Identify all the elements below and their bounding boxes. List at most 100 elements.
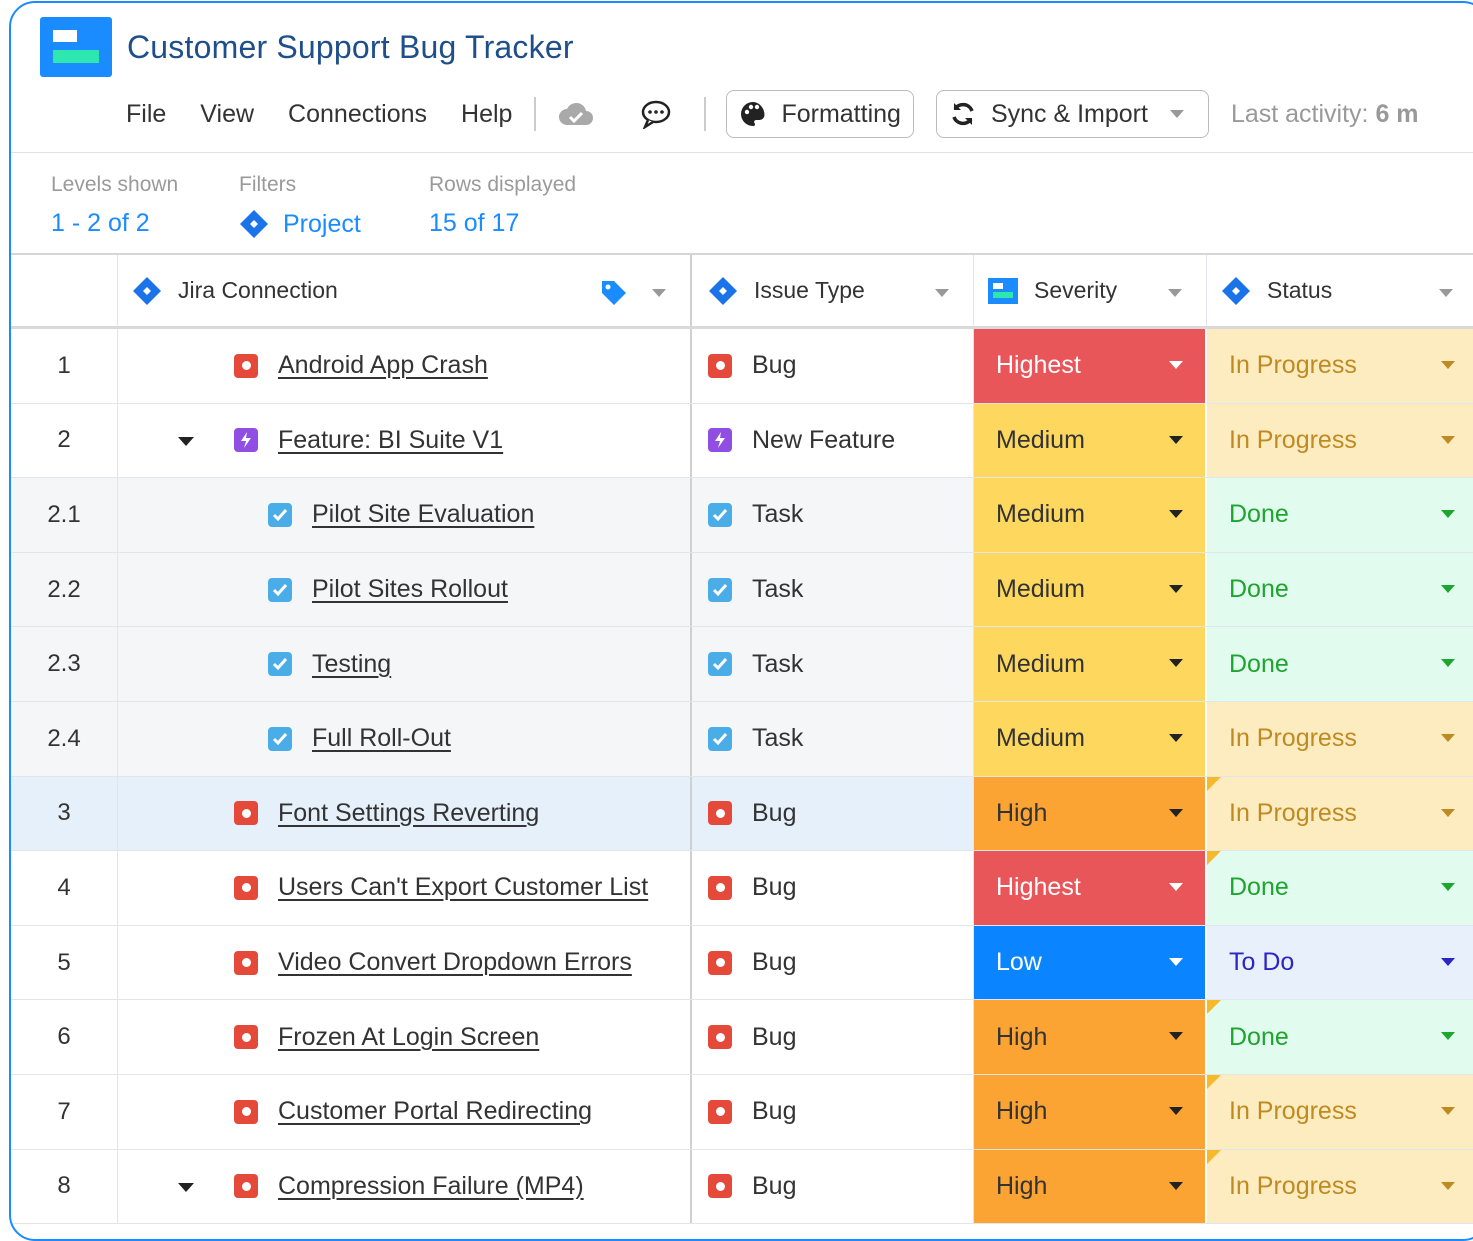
severity-dropdown[interactable]: Medium: [974, 478, 1207, 552]
jira-icon: [1221, 276, 1251, 306]
table-row[interactable]: 6 Frozen At Login Screen Bug High Done: [11, 1000, 1473, 1075]
issue-link[interactable]: Full Roll-Out: [312, 724, 451, 753]
menu-help[interactable]: Help: [461, 100, 512, 129]
sync-import-button[interactable]: Sync & Import: [935, 90, 1209, 138]
chevron-down-icon[interactable]: [935, 289, 949, 297]
severity-dropdown[interactable]: High: [974, 1074, 1207, 1149]
tag-icon[interactable]: [600, 279, 628, 307]
table-row[interactable]: 5 Video Convert Dropdown Errors Bug Low …: [11, 925, 1473, 1001]
menu-view[interactable]: View: [200, 100, 254, 129]
issue-type-cell[interactable]: Task: [692, 478, 974, 552]
column-header-severity[interactable]: Severity: [974, 255, 1207, 326]
table-row[interactable]: 7 Customer Portal Redirecting Bug High I…: [11, 1074, 1473, 1150]
column-header-status[interactable]: Status: [1207, 255, 1473, 326]
status-dropdown[interactable]: In Progress: [1207, 403, 1473, 478]
status-dropdown[interactable]: Done: [1207, 1000, 1473, 1074]
summary-cell[interactable]: Video Convert Dropdown Errors: [118, 925, 692, 1000]
issue-link[interactable]: Feature: BI Suite V1: [278, 426, 503, 455]
status-dropdown[interactable]: Done: [1207, 851, 1473, 925]
summary-cell[interactable]: Testing: [118, 627, 692, 701]
column-header-issue-type[interactable]: Issue Type: [692, 255, 974, 326]
issue-link[interactable]: Video Convert Dropdown Errors: [278, 948, 632, 977]
levels-shown[interactable]: Levels shown 1 - 2 of 2: [51, 173, 178, 238]
issue-type-cell[interactable]: Bug: [692, 851, 974, 925]
summary-cell[interactable]: Full Roll-Out: [118, 701, 692, 776]
issue-link[interactable]: Pilot Sites Rollout: [312, 575, 508, 604]
status-dropdown[interactable]: In Progress: [1207, 1074, 1473, 1149]
issue-link[interactable]: Customer Portal Redirecting: [278, 1097, 592, 1126]
issue-type-cell[interactable]: Bug: [692, 925, 974, 1000]
severity-dropdown[interactable]: High: [974, 1149, 1207, 1224]
severity-dropdown[interactable]: Medium: [974, 701, 1207, 776]
issue-link[interactable]: Users Can't Export Customer List: [278, 873, 648, 902]
expand-toggle-icon[interactable]: [178, 1182, 194, 1192]
severity-dropdown[interactable]: Medium: [974, 627, 1207, 701]
issue-type-cell[interactable]: Bug: [692, 1149, 974, 1224]
issue-link[interactable]: Frozen At Login Screen: [278, 1023, 539, 1052]
issue-type-cell[interactable]: Bug: [692, 1074, 974, 1149]
severity-dropdown[interactable]: High: [974, 776, 1207, 851]
table-row[interactable]: 2 Feature: BI Suite V1 New Feature Mediu…: [11, 403, 1473, 479]
table-row[interactable]: 4 Users Can't Export Customer List Bug H…: [11, 851, 1473, 926]
filters[interactable]: Filters Project: [239, 173, 361, 239]
issue-link[interactable]: Font Settings Reverting: [278, 799, 539, 828]
column-header-summary[interactable]: Jira Connection: [118, 255, 692, 326]
issue-link[interactable]: Compression Failure (MP4): [278, 1172, 584, 1201]
status-dropdown[interactable]: In Progress: [1207, 329, 1473, 403]
issue-type-cell[interactable]: Bug: [692, 776, 974, 851]
issue-type-cell[interactable]: New Feature: [692, 403, 974, 478]
menu-connections[interactable]: Connections: [288, 100, 427, 129]
table-row[interactable]: 8 Compression Failure (MP4) Bug High In …: [11, 1149, 1473, 1225]
chevron-down-icon[interactable]: [652, 289, 666, 297]
issue-type-cell[interactable]: Task: [692, 552, 974, 627]
summary-cell[interactable]: Font Settings Reverting: [118, 776, 692, 851]
status-dropdown[interactable]: Done: [1207, 478, 1473, 552]
comment-icon[interactable]: [636, 94, 676, 134]
issue-type-cell[interactable]: Bug: [692, 1000, 974, 1074]
severity-dropdown[interactable]: Highest: [974, 329, 1207, 403]
table-row[interactable]: 2.3 Testing Task Medium Done: [11, 627, 1473, 702]
summary-cell[interactable]: Pilot Sites Rollout: [118, 552, 692, 627]
issue-link[interactable]: Testing: [312, 650, 391, 679]
cloud-check-icon[interactable]: [556, 94, 596, 134]
task-icon: [268, 652, 292, 677]
table-row[interactable]: 1 Android App Crash Bug Highest In Progr…: [11, 329, 1473, 404]
status-dropdown[interactable]: Done: [1207, 627, 1473, 701]
task-icon: [268, 726, 292, 751]
severity-dropdown[interactable]: Low: [974, 925, 1207, 1000]
formatting-button[interactable]: Formatting: [726, 90, 914, 138]
table-row[interactable]: 2.1 Pilot Site Evaluation Task Medium Do…: [11, 478, 1473, 553]
severity-dropdown[interactable]: Medium: [974, 403, 1207, 478]
table-row[interactable]: 3 Font Settings Reverting Bug High In Pr…: [11, 776, 1473, 852]
table-row[interactable]: 2.4 Full Roll-Out Task Medium In Progres…: [11, 701, 1473, 777]
issue-type-cell[interactable]: Bug: [692, 329, 974, 403]
summary-cell[interactable]: Frozen At Login Screen: [118, 1000, 692, 1074]
bug-icon: [234, 1025, 258, 1050]
chevron-down-icon[interactable]: [1168, 289, 1182, 297]
summary-cell[interactable]: Compression Failure (MP4): [118, 1149, 692, 1224]
issue-link[interactable]: Pilot Site Evaluation: [312, 500, 534, 529]
status-dropdown[interactable]: In Progress: [1207, 776, 1473, 851]
status-dropdown[interactable]: In Progress: [1207, 701, 1473, 776]
summary-cell[interactable]: Feature: BI Suite V1: [118, 403, 692, 478]
sync-icon: [952, 102, 974, 126]
summary-cell[interactable]: Android App Crash: [118, 329, 692, 403]
rows-displayed[interactable]: Rows displayed 15 of 17: [429, 173, 576, 238]
issue-link[interactable]: Android App Crash: [278, 351, 488, 380]
severity-dropdown[interactable]: High: [974, 1000, 1207, 1074]
chevron-down-icon[interactable]: [1439, 289, 1453, 297]
task-icon: [708, 726, 732, 751]
issue-type-cell[interactable]: Task: [692, 701, 974, 776]
issue-type-cell[interactable]: Task: [692, 627, 974, 701]
status-dropdown[interactable]: To Do: [1207, 925, 1473, 1000]
status-dropdown[interactable]: In Progress: [1207, 1149, 1473, 1224]
table-row[interactable]: 2.2 Pilot Sites Rollout Task Medium Done: [11, 552, 1473, 628]
severity-dropdown[interactable]: Medium: [974, 552, 1207, 627]
summary-cell[interactable]: Users Can't Export Customer List: [118, 851, 692, 925]
menu-file[interactable]: File: [126, 100, 166, 129]
severity-dropdown[interactable]: Highest: [974, 851, 1207, 925]
expand-toggle-icon[interactable]: [178, 436, 194, 446]
status-dropdown[interactable]: Done: [1207, 552, 1473, 627]
summary-cell[interactable]: Pilot Site Evaluation: [118, 478, 692, 552]
summary-cell[interactable]: Customer Portal Redirecting: [118, 1074, 692, 1149]
